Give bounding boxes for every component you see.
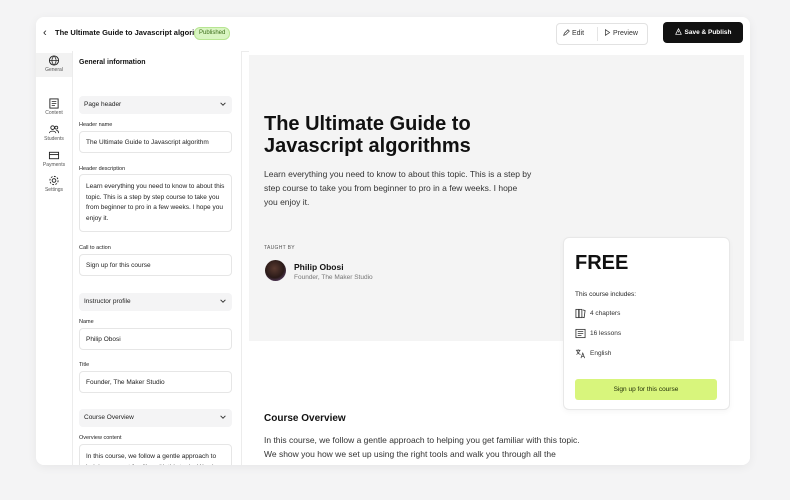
lessons-icon (575, 328, 586, 339)
content-icon (49, 98, 59, 109)
accordion-page-header[interactable]: Page header (79, 96, 232, 114)
price-label: FREE (575, 252, 629, 274)
instructor-name: Philip Obosi (294, 262, 344, 272)
icon-rail: General Content Students Payments Settin… (36, 51, 73, 465)
accordion-label: Course Overview (84, 414, 134, 421)
users-icon (49, 125, 59, 134)
overview-content-label: Overview content (79, 435, 122, 441)
taught-by-label: TAUGHT BY (264, 245, 295, 251)
rail-label-general: General (45, 67, 63, 73)
chevron-down-icon (220, 299, 226, 303)
instructor-name-label: Name (79, 319, 94, 325)
status-badge: Published (194, 27, 231, 40)
top-bar: ‹ The Ultimate Guide to Javascript algor… (36, 17, 750, 52)
chevron-down-icon (220, 102, 226, 106)
accordion-label: Page header (84, 101, 122, 108)
preview-label: Preview (613, 30, 638, 37)
signup-button[interactable]: Sign up for this course (575, 379, 717, 400)
instructor-title-input[interactable]: Founder, The Maker Studio (79, 371, 232, 393)
pricing-card: FREE This course includes: 4 chapters 16… (563, 237, 730, 410)
publish-label: Save & Publish (684, 29, 732, 36)
language-icon (575, 349, 585, 359)
header-description-textarea[interactable]: Learn everything you need to know to abo… (79, 174, 232, 232)
gear-icon (49, 175, 59, 186)
rail-label-payments: Payments (42, 162, 66, 168)
instructor-title-label: Title (79, 362, 90, 368)
instructor-avatar (265, 260, 286, 281)
card-icon (48, 151, 60, 160)
header-description-label: Header description (79, 166, 126, 172)
rail-item-content[interactable]: Content (36, 98, 72, 116)
editor-panel: General information Page header Header n… (73, 51, 242, 465)
cta-value: Sign up for this course (86, 262, 151, 269)
editor-heading: General information (79, 59, 146, 66)
edit-label: Edit (572, 30, 585, 37)
header-name-value: The Ultimate Guide to Javascript algorit… (86, 139, 209, 146)
instructor-name-value: Philip Obosi (86, 336, 121, 343)
course-preview: The Ultimate Guide to Javascript algorit… (249, 51, 750, 465)
cta-label: Call to action (79, 245, 111, 251)
rail-label-students: Students (44, 136, 64, 142)
rail-item-payments[interactable]: Payments (36, 150, 72, 168)
course-title: The Ultimate Guide to Javascript algorit… (55, 28, 213, 37)
chapters-icon (575, 308, 586, 319)
edit-button[interactable]: Edit (563, 29, 584, 37)
header-name-label: Header name (79, 122, 113, 128)
rail-item-students[interactable]: Students (36, 124, 72, 142)
instructor-title: Founder, The Maker Studio (294, 274, 373, 281)
globe-icon (48, 55, 60, 66)
chevron-down-icon (220, 415, 226, 419)
include-text: 4 chapters (590, 310, 621, 317)
preview-button[interactable]: Preview (604, 29, 638, 37)
rail-item-general[interactable]: General (36, 53, 72, 77)
preview-description: Learn everything you need to know to abo… (264, 169, 532, 207)
overview-text: In this course, we follow a gentle appro… (264, 435, 580, 465)
overview-content-textarea[interactable]: In this course, we follow a gentle appro… (79, 444, 232, 465)
app-window: ‹ The Ultimate Guide to Javascript algor… (36, 17, 750, 465)
rail-label-settings: Settings (44, 187, 64, 193)
include-text: 16 lessons (590, 330, 622, 337)
cta-input[interactable]: Sign up for this course (79, 254, 232, 276)
save-publish-button[interactable]: Save & Publish (663, 22, 743, 43)
rail-label-content: Content (45, 110, 63, 116)
header-description-value: Learn everything you need to know to abo… (86, 183, 225, 222)
pencil-icon (563, 29, 570, 36)
rail-item-settings[interactable]: Settings (36, 175, 72, 193)
edit-preview-group: Edit Preview (556, 23, 648, 45)
header-name-input[interactable]: The Ultimate Guide to Javascript algorit… (79, 131, 232, 153)
back-chevron-icon[interactable]: ‹ (43, 27, 47, 39)
warning-icon (674, 27, 682, 35)
play-icon (605, 29, 611, 36)
instructor-name-input[interactable]: Philip Obosi (79, 328, 232, 350)
instructor-title-value: Founder, The Maker Studio (86, 379, 165, 386)
overview-title: Course Overview (264, 413, 346, 424)
includes-label: This course includes: (575, 291, 637, 298)
accordion-course-overview[interactable]: Course Overview (79, 409, 232, 427)
include-text: English (590, 350, 612, 357)
preview-title: The Ultimate Guide to Javascript algorit… (264, 113, 471, 157)
accordion-label: Instructor profile (84, 298, 131, 305)
accordion-instructor-profile[interactable]: Instructor profile (79, 293, 232, 311)
overview-content-value: In this course, we follow a gentle appro… (86, 453, 224, 465)
